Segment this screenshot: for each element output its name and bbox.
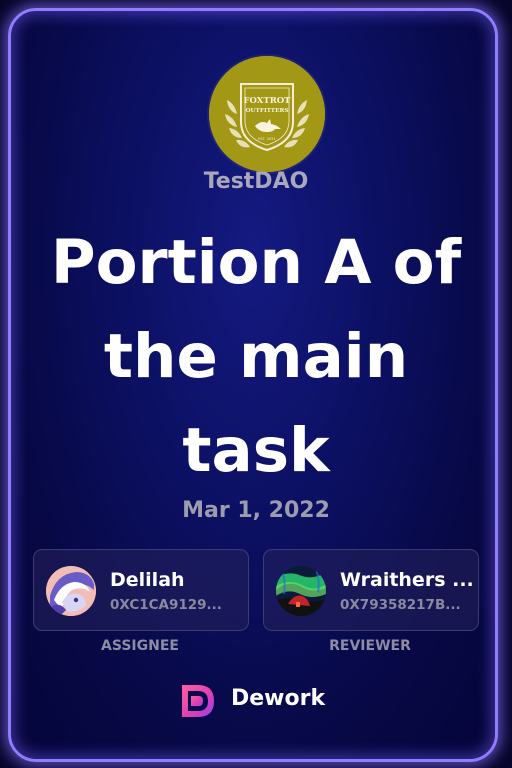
brand-footer[interactable]: Dework	[178, 681, 338, 721]
foxtrot-outfitters-crest-icon: FOXTROT OUTFITTERS EST. 2021	[209, 56, 325, 172]
reviewer-card[interactable]: Wraithers ... 0X79358217B...	[263, 549, 479, 631]
reviewer-name: Wraithers ...	[340, 569, 474, 591]
reviewer-role-label: REVIEWER	[329, 638, 411, 654]
assignee-name: Delilah	[110, 569, 185, 591]
brand-name: Dework	[231, 686, 326, 711]
svg-text:FOXTROT: FOXTROT	[243, 96, 291, 106]
task-date: Mar 1, 2022	[182, 498, 330, 523]
svg-text:EST. 2021: EST. 2021	[258, 137, 276, 141]
svg-text:OUTFITTERS: OUTFITTERS	[245, 108, 288, 114]
assignee-avatar	[46, 566, 96, 616]
assignee-card[interactable]: Delilah 0XC1CA9129...	[33, 549, 249, 631]
cartoon-avatar-icon	[46, 566, 96, 616]
dework-logo-icon	[178, 681, 218, 721]
aurora-landscape-avatar-icon	[276, 566, 326, 616]
reviewer-avatar	[276, 566, 326, 616]
reviewer-address: 0X79358217B...	[340, 597, 461, 613]
assignee-role-label: ASSIGNEE	[101, 638, 179, 654]
organization-name: TestDAO	[203, 169, 309, 194]
assignee-address: 0XC1CA9129...	[110, 597, 222, 613]
task-title: Portion A of the main task	[50, 227, 462, 486]
organization-logo: FOXTROT OUTFITTERS EST. 2021	[209, 56, 325, 172]
